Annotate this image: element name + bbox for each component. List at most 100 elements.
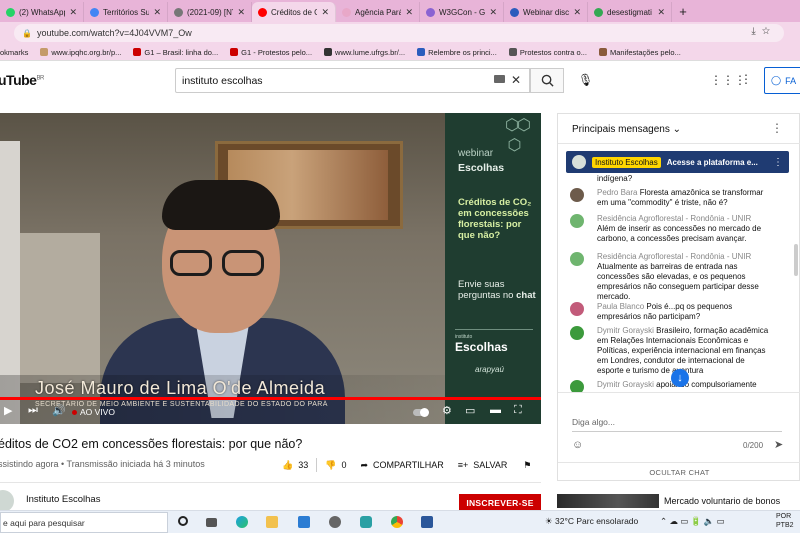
taskbar-search[interactable]: e aqui para pesquisar bbox=[0, 512, 168, 533]
pinned-message[interactable]: Instituto Escolhas Acesse a plataforma e… bbox=[566, 151, 789, 173]
close-tab-icon[interactable]: ✕ bbox=[153, 7, 161, 18]
close-tab-icon[interactable]: ✕ bbox=[69, 7, 77, 18]
bookmark-item[interactable]: Relembre os princi... bbox=[417, 48, 497, 57]
thumbs-up-icon: 👍 bbox=[282, 459, 294, 470]
settings-icon[interactable] bbox=[329, 516, 341, 528]
settings-more-icon[interactable]: ⋮ bbox=[740, 72, 752, 86]
search-icon bbox=[541, 74, 554, 87]
chat-mode-dropdown[interactable]: Principais mensagens ⌄ bbox=[572, 124, 681, 135]
save-button[interactable]: ≡+ SALVAR bbox=[458, 460, 508, 470]
like-button[interactable]: 👍 33 bbox=[282, 460, 308, 471]
hide-chat-button[interactable]: OCULTAR CHAT bbox=[558, 462, 800, 482]
edge-icon[interactable] bbox=[236, 516, 248, 528]
browser-tab[interactable]: Webinar discu ✕ bbox=[504, 2, 588, 22]
mail-icon[interactable] bbox=[298, 516, 310, 528]
browser-tab[interactable]: Créditos de C ✕ bbox=[252, 2, 336, 22]
report-button[interactable]: ⚑ bbox=[523, 460, 531, 471]
search-button[interactable] bbox=[530, 68, 564, 93]
chat-message[interactable]: Residência Agroflorestal - Rondônia - UN… bbox=[570, 252, 770, 302]
chrome-icon[interactable] bbox=[391, 516, 403, 528]
close-tab-icon[interactable]: ✕ bbox=[657, 7, 665, 18]
close-tab-icon[interactable]: ✕ bbox=[405, 7, 413, 18]
send-icon[interactable]: ➤ bbox=[774, 438, 783, 451]
video-player[interactable]: José Mauro de Lima O'de Almeida SECRETÁR… bbox=[0, 113, 541, 424]
bookmark-item[interactable]: G1 – Brasil: linha do... bbox=[133, 48, 218, 57]
youtube-logo[interactable]: uTubeBR bbox=[0, 72, 44, 88]
chat-message[interactable]: indígena? bbox=[570, 174, 770, 184]
keyboard-icon[interactable] bbox=[494, 75, 505, 83]
task-view-icon[interactable] bbox=[206, 518, 217, 527]
browser-tab[interactable]: (2021-09) [NY ✕ bbox=[168, 2, 252, 22]
address-bar: 🔒 youtube.com/watch?v=4J04VVM7_Ow ⤓☆ bbox=[0, 22, 800, 44]
browser-tab[interactable]: W3GCon - Ge ✕ bbox=[420, 2, 504, 22]
dislike-button[interactable]: 👎 0 bbox=[325, 460, 346, 471]
new-tab-button[interactable]: + bbox=[672, 2, 694, 22]
language-indicator[interactable]: POR PTB2 bbox=[776, 512, 794, 530]
chat-message[interactable]: Dymitr Gorayski apoiando compulsoriament… bbox=[570, 380, 770, 392]
search-input[interactable]: instituto escolhas ✕ bbox=[175, 68, 530, 93]
tab-favicon-icon bbox=[426, 7, 435, 17]
browser-tab[interactable]: (2) WhatsApp ✕ bbox=[0, 2, 84, 22]
bookmark-item[interactable]: okmarks bbox=[0, 48, 28, 57]
chat-more-icon[interactable]: ⋮ bbox=[771, 121, 783, 135]
tray-icons[interactable]: ⌃ ☁ ▭ 🔋 🔈 ▭ bbox=[660, 516, 725, 527]
windows-taskbar: e aqui para pesquisar ☀ 32°C Parc ensola… bbox=[0, 510, 800, 533]
volume-icon[interactable]: 🔊 bbox=[52, 404, 66, 417]
close-tab-icon[interactable]: ✕ bbox=[573, 7, 581, 18]
bookmark-item[interactable]: www.ipqhc.org.br/p... bbox=[40, 48, 121, 57]
close-tab-icon[interactable]: ✕ bbox=[489, 7, 497, 18]
weather-widget[interactable]: ☀ 32°C Parc ensolarado bbox=[545, 516, 638, 527]
cortana-icon[interactable] bbox=[178, 516, 188, 526]
url-field[interactable]: 🔒 youtube.com/watch?v=4J04VVM7_Ow ⤓☆ bbox=[14, 24, 784, 42]
pinned-more-icon[interactable]: ⋮ bbox=[773, 157, 783, 168]
speaker-name: José Mauro de Lima O'de Almeida bbox=[35, 378, 326, 398]
close-tab-icon[interactable]: ✕ bbox=[237, 7, 245, 18]
theater-mode-icon[interactable]: ▬ bbox=[490, 404, 501, 416]
video-title: éditos de CO2 em concessões florestais: … bbox=[0, 437, 303, 451]
suggested-video[interactable]: Mercado voluntario de bonos bbox=[557, 491, 800, 511]
chat-author: Dymitr Gorayski bbox=[597, 326, 654, 335]
file-explorer-icon[interactable] bbox=[266, 516, 278, 528]
microphone-icon[interactable]: 🎙 bbox=[578, 73, 593, 87]
chat-message[interactable]: Pedro Bara Floresta amazônica se transfo… bbox=[570, 188, 770, 208]
scroll-down-icon[interactable]: ↓ bbox=[671, 369, 689, 387]
share-button[interactable]: ➦ COMPARTILHAR bbox=[360, 460, 443, 471]
emoji-icon[interactable]: ☺ bbox=[572, 439, 583, 451]
browser-tab[interactable]: Agência Pará ✕ bbox=[336, 2, 420, 22]
chat-author: Residência Agroflorestal - Rondônia - UN… bbox=[597, 252, 752, 261]
bookmark-item[interactable]: Manifestações pelo... bbox=[598, 48, 681, 57]
close-tab-icon[interactable]: ✕ bbox=[321, 7, 329, 18]
chat-message[interactable]: Residência Agroflorestal - Rondônia - UN… bbox=[570, 214, 770, 244]
chat-avatar bbox=[570, 188, 584, 202]
live-badge[interactable]: AO VIVO bbox=[72, 407, 115, 417]
channel-name[interactable]: Instituto Escolhas bbox=[26, 494, 100, 505]
bookmark-item[interactable]: G1 - Protestos pelo... bbox=[230, 48, 312, 57]
word-icon[interactable] bbox=[421, 516, 433, 528]
app-icon[interactable] bbox=[360, 516, 372, 528]
settings-gear-icon[interactable]: ⚙ bbox=[442, 404, 452, 417]
pinned-avatar bbox=[572, 155, 586, 169]
autoplay-toggle[interactable] bbox=[413, 407, 429, 417]
browser-tab[interactable]: desestigmati ✕ bbox=[588, 2, 672, 22]
youtube-header: uTubeBR instituto escolhas ✕ 🎙 ⋮⋮⋮ ⋮ ◯ FA bbox=[0, 61, 800, 101]
chat-message[interactable]: Dymitr Gorayski Brasileiro, formação aca… bbox=[570, 326, 770, 376]
bookmark-item[interactable]: www.lume.ufrgs.br/... bbox=[324, 48, 405, 57]
sign-in-button[interactable]: ◯ FA bbox=[764, 67, 800, 94]
chat-message[interactable]: Paula Blanco Pois é...pq os pequenos emp… bbox=[570, 302, 770, 322]
tab-label: Webinar discu bbox=[523, 7, 570, 17]
clear-search-icon[interactable]: ✕ bbox=[511, 73, 521, 87]
fullscreen-icon[interactable]: ⛶ bbox=[514, 404, 522, 417]
sun-icon: ☀ bbox=[545, 516, 553, 526]
play-icon[interactable]: ▶ bbox=[4, 404, 12, 417]
chat-avatar bbox=[570, 214, 584, 228]
miniplayer-icon[interactable]: ▭ bbox=[465, 404, 475, 417]
next-icon[interactable]: ⏭ bbox=[28, 404, 38, 417]
bookmark-item[interactable]: Protestos contra o... bbox=[508, 48, 587, 57]
channel-avatar[interactable] bbox=[0, 490, 14, 512]
bookmark-favicon-icon bbox=[133, 48, 142, 56]
bookmark-star-icon[interactable]: ⤓☆ bbox=[751, 26, 776, 37]
tab-favicon-icon bbox=[90, 7, 99, 17]
chat-input[interactable]: Diga algo... bbox=[572, 417, 782, 432]
browser-tab[interactable]: Territórios Sus ✕ bbox=[84, 2, 168, 22]
chat-scrollbar[interactable] bbox=[794, 244, 798, 276]
